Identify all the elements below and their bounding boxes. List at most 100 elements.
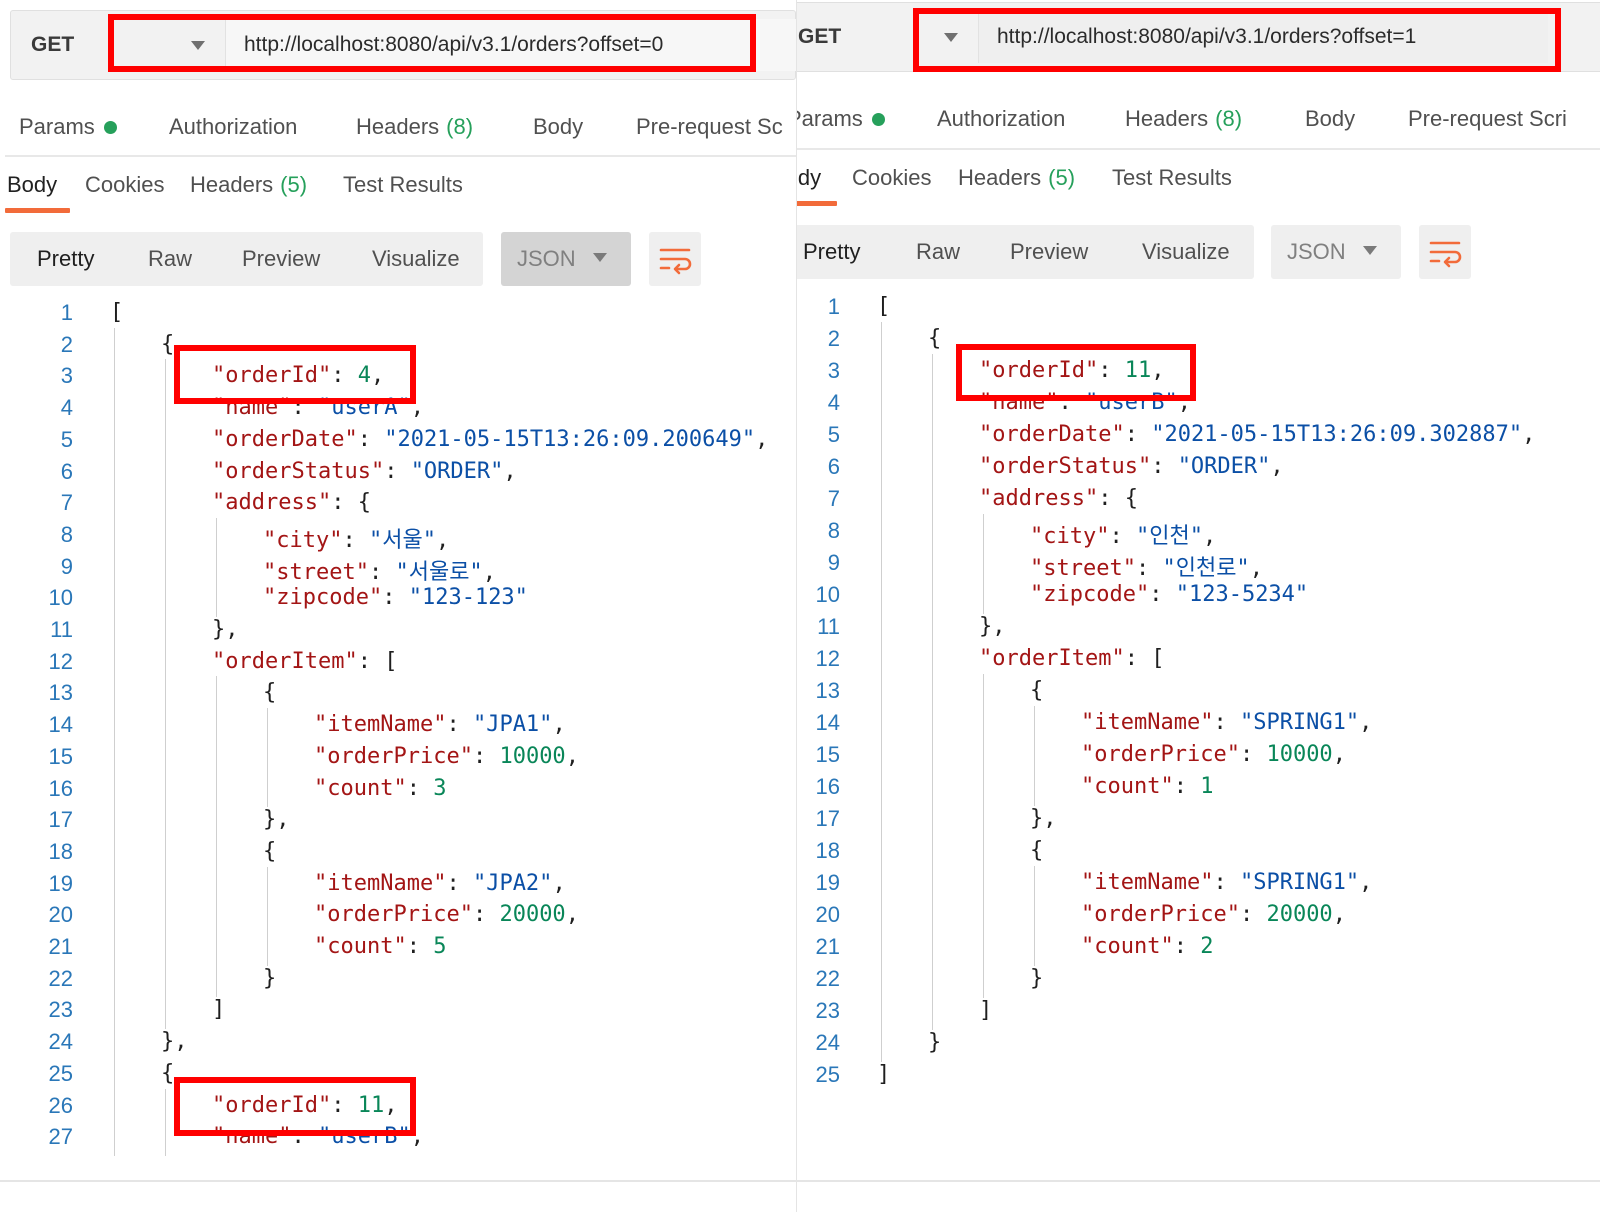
- line-number: 13: [815, 678, 840, 703]
- code-line: "orderStatus": "ORDER",: [979, 454, 1284, 479]
- line-number: 27: [48, 1124, 73, 1150]
- code-line: "street": "서울로",: [263, 559, 496, 585]
- line-number: 25: [48, 1060, 73, 1086]
- tab-label: Params: [797, 106, 863, 131]
- tab-params[interactable]: Params: [19, 106, 117, 148]
- tab-authorization[interactable]: Authorization: [169, 106, 297, 148]
- green-dot-icon: [871, 112, 885, 126]
- code-line: {: [161, 331, 175, 357]
- tab-count: (5): [1048, 165, 1076, 190]
- code-line: ]: [979, 998, 993, 1023]
- active-tab-underline: [5, 208, 70, 213]
- tab-test-results[interactable]: Test Results: [1112, 158, 1232, 198]
- view-visualize-button[interactable]: Visualize: [1142, 225, 1230, 279]
- code-line: "zipcode": "123-5234": [1030, 582, 1309, 607]
- indent-guide: [267, 708, 268, 808]
- tab-label: Authorization: [937, 106, 1066, 131]
- chevron-down-icon: [593, 253, 607, 262]
- tab-cookies[interactable]: Cookies: [85, 165, 164, 205]
- code-line: "orderStatus": "ORDER",: [212, 458, 517, 484]
- tab-test-results[interactable]: Test Results: [343, 165, 463, 205]
- format-label: JSON: [517, 246, 576, 271]
- view-pretty-button[interactable]: Pretty: [803, 225, 860, 279]
- wrap-lines-icon: [1429, 241, 1462, 268]
- request-tabs: Params Authorization Headers(8) Body Pre…: [0, 106, 796, 148]
- line-number: 20: [48, 902, 73, 928]
- code-line: "count": 5: [314, 934, 447, 959]
- tab-authorization[interactable]: Authorization: [937, 98, 1065, 140]
- view-preview-button[interactable]: Preview: [1010, 225, 1088, 279]
- view-preview-button[interactable]: Preview: [242, 232, 320, 286]
- indent-guide: [1034, 706, 1035, 806]
- tab-response-headers[interactable]: Headers (5): [190, 165, 307, 205]
- tab-label: Headers: [1125, 106, 1209, 131]
- method-dropdown[interactable]: [119, 19, 223, 71]
- format-select[interactable]: JSON: [1271, 225, 1401, 279]
- code-line: {: [1030, 838, 1044, 863]
- response-code-left: 1 [2 {3 "orderId": 4, 4 "name": "userA", 5 "ord…: [0, 300, 796, 1164]
- view-raw-button[interactable]: Raw: [148, 232, 192, 286]
- response-code-right: 1 [2 {3 "orderId": 11, 4 "name": "userB", 5 "or…: [797, 294, 1600, 1124]
- code-line: "zipcode": "123-123": [263, 585, 528, 611]
- url-input[interactable]: http://localhost:8080/api/v3.1/orders?of…: [225, 19, 796, 71]
- line-number: 7: [60, 490, 73, 516]
- wrap-lines-button[interactable]: [1419, 225, 1471, 279]
- tabs-divider: [797, 148, 1600, 150]
- line-number: 23: [48, 997, 73, 1023]
- code-line: {: [1030, 678, 1044, 703]
- view-raw-button[interactable]: Raw: [916, 225, 960, 279]
- tab-pre-request-script[interactable]: Pre-request Scri: [1408, 98, 1567, 140]
- indent-guide: [216, 676, 217, 998]
- view-pretty-button[interactable]: Pretty: [37, 232, 94, 286]
- format-select[interactable]: JSON: [501, 232, 631, 286]
- line-number: 6: [827, 454, 840, 479]
- code-line: ]: [212, 997, 226, 1023]
- code-line: "orderId": 11,: [212, 1092, 398, 1118]
- code-line: },: [979, 614, 1006, 639]
- active-tab-underline: [797, 201, 837, 206]
- wrap-lines-button[interactable]: [649, 232, 701, 286]
- view-mode-bar: Pretty Raw Preview Visualize: [797, 225, 1254, 279]
- tab-response-body[interactable]: Body: [797, 158, 821, 198]
- tab-params[interactable]: Params: [797, 98, 885, 140]
- tab-label: Headers: [356, 114, 440, 139]
- code-line: "itemName": "JPA1",: [314, 712, 566, 738]
- line-number: 25: [815, 1062, 840, 1087]
- line-number: 17: [48, 807, 73, 833]
- line-number: 20: [815, 902, 840, 927]
- line-number: 3: [827, 358, 840, 383]
- line-number: 11: [50, 617, 73, 642]
- line-number: 10: [815, 582, 840, 607]
- tab-body[interactable]: Body: [533, 106, 583, 148]
- tab-response-headers[interactable]: Headers (5): [958, 158, 1075, 198]
- code-line: "itemName": "SPRING1",: [1081, 870, 1373, 895]
- code-line: "orderPrice": 10000,: [314, 743, 579, 769]
- code-line: "name": "userB",: [212, 1124, 424, 1150]
- code-line: "city": "서울",: [263, 527, 450, 553]
- url-input[interactable]: http://localhost:8080/api/v3.1/orders?of…: [978, 11, 1548, 63]
- view-visualize-button[interactable]: Visualize: [372, 232, 460, 286]
- line-number: 11: [817, 614, 840, 639]
- code-line: "orderDate": "2021-05-15T13:26:09.302887…: [979, 422, 1536, 447]
- indent-guide: [114, 327, 115, 1156]
- method-dropdown[interactable]: [904, 11, 976, 63]
- tab-headers[interactable]: Headers (8): [356, 106, 473, 148]
- code-line: "orderPrice": 20000,: [314, 902, 579, 928]
- line-number: 9: [60, 553, 73, 579]
- line-number: 6: [60, 458, 73, 484]
- code-line: "name": "userA",: [212, 395, 424, 421]
- code-line: }: [263, 965, 277, 991]
- indent-guide: [983, 514, 984, 614]
- line-number: 12: [48, 648, 73, 674]
- tab-pre-request-script[interactable]: Pre-request Sc: [636, 106, 783, 148]
- tab-cookies[interactable]: Cookies: [852, 158, 931, 198]
- tab-body[interactable]: Body: [1305, 98, 1355, 140]
- line-number: 19: [815, 870, 840, 895]
- tab-response-body[interactable]: Body: [7, 165, 57, 205]
- tab-headers[interactable]: Headers (8): [1125, 98, 1242, 140]
- line-number: 4: [827, 390, 840, 415]
- code-line: "itemName": "SPRING1",: [1081, 710, 1373, 735]
- line-number: 2: [60, 331, 73, 357]
- code-line: {: [161, 1060, 175, 1086]
- tab-label: Pre-request Scri: [1408, 106, 1567, 131]
